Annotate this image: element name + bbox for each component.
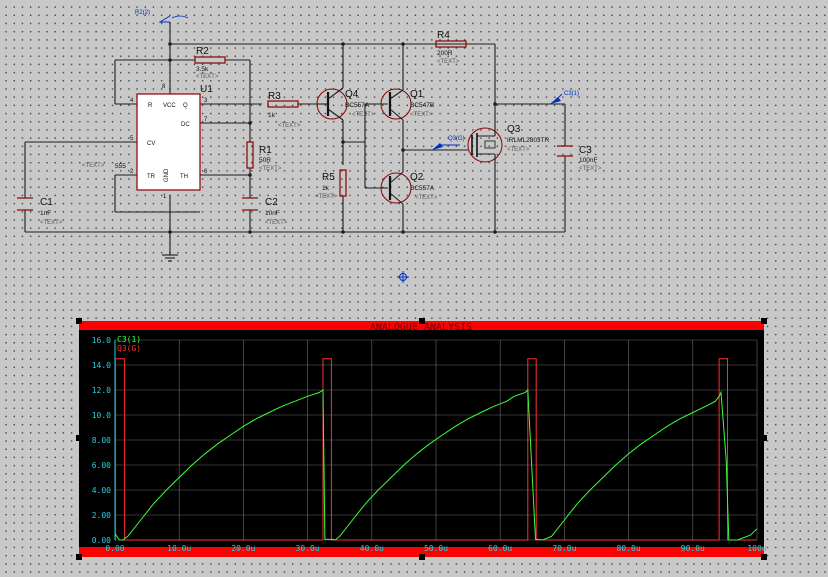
y-tick-label: 6.00 (92, 461, 111, 470)
graph-legend: C3(1)Q3(G) (117, 335, 141, 353)
x-tick-label: 40.0u (360, 544, 384, 553)
x-tick-label: 70.0u (552, 544, 576, 553)
x-tick-label: 50.0u (424, 544, 448, 553)
y-tick-label: 16.0 (92, 336, 111, 345)
y-tick-label: 4.00 (92, 486, 111, 495)
x-tick-label: 90.0u (681, 544, 705, 553)
y-tick-label: 12.0 (92, 386, 111, 395)
legend-entry: C3(1) (117, 335, 141, 344)
x-tick-label: 100u (747, 544, 766, 553)
y-tick-label: 0.00 (92, 536, 111, 545)
x-tick-label: 80.0u (617, 544, 641, 553)
x-tick-label: 0.00 (105, 544, 124, 553)
y-tick-label: 10.0 (92, 411, 111, 420)
analogue-analysis-graph[interactable]: ANALOGUE ANALYSIS 0.00 10.0u 20.0u 30.0u 40.… (0, 0, 828, 577)
y-tick-label: 14.0 (92, 361, 111, 370)
x-tick-label: 60.0u (488, 544, 512, 553)
legend-entry: Q3(G) (117, 344, 141, 353)
x-tick-label: 10.0u (167, 544, 191, 553)
y-tick-label: 2.00 (92, 511, 111, 520)
y-tick-label: 8.00 (92, 436, 111, 445)
x-tick-label: 30.0u (296, 544, 320, 553)
x-tick-label: 20.0u (231, 544, 255, 553)
graph-background (79, 321, 764, 557)
